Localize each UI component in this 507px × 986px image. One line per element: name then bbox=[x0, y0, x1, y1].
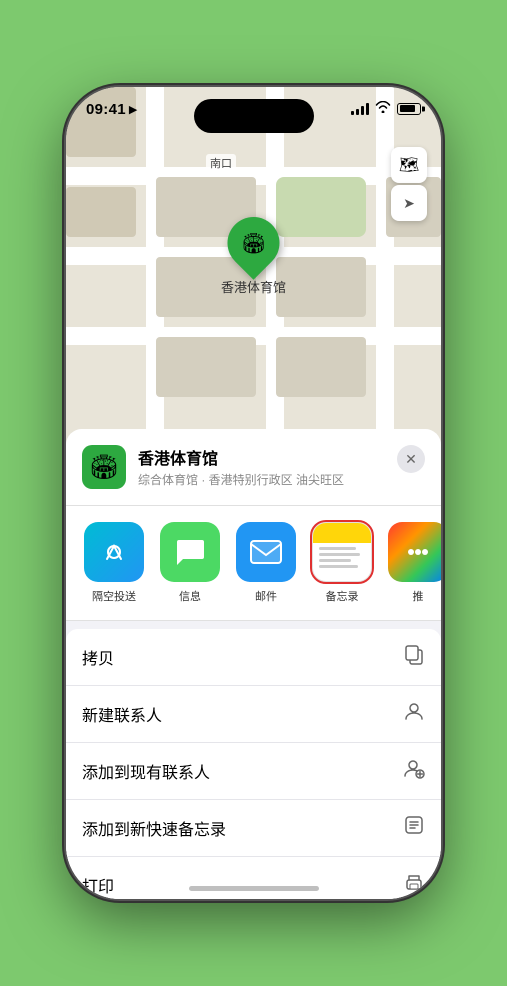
status-time: 09:41 bbox=[86, 101, 126, 118]
dynamic-island bbox=[194, 99, 314, 133]
battery-icon bbox=[397, 103, 421, 115]
status-icons bbox=[351, 101, 421, 116]
airdrop-label: 隔空投送 bbox=[92, 588, 136, 604]
message-label: 信息 bbox=[179, 588, 201, 604]
action-copy[interactable]: 拷贝 bbox=[66, 629, 441, 686]
map-controls: 🗺 ➤ bbox=[391, 147, 427, 221]
venue-icon: 🏟 bbox=[82, 445, 126, 489]
home-indicator bbox=[189, 886, 319, 891]
location-info: 香港体育馆 综合体育馆 · 香港特别行政区 油尖旺区 bbox=[138, 445, 385, 488]
add-existing-label: 添加到现有联系人 bbox=[82, 759, 210, 783]
print-label: 打印 bbox=[82, 873, 114, 897]
wifi-icon bbox=[375, 101, 391, 116]
stadium-icon: 🏟 bbox=[89, 453, 119, 482]
notes-icon bbox=[312, 522, 372, 582]
location-name: 香港体育馆 bbox=[138, 445, 385, 469]
new-contact-label: 新建联系人 bbox=[82, 702, 162, 726]
map-pin: 🏟 香港体育馆 bbox=[221, 217, 286, 296]
share-item-notes[interactable]: 备忘录 bbox=[310, 522, 374, 604]
more-icon bbox=[388, 522, 441, 582]
action-add-existing[interactable]: 添加到现有联系人 bbox=[66, 743, 441, 800]
map-road-label: 南口 bbox=[206, 154, 236, 172]
quick-note-icon bbox=[403, 814, 425, 842]
phone-frame: 09:41 ▶ bbox=[66, 87, 441, 899]
share-item-message[interactable]: 信息 bbox=[158, 522, 222, 604]
action-quick-note[interactable]: 添加到新快速备忘录 bbox=[66, 800, 441, 857]
airdrop-icon bbox=[84, 522, 144, 582]
notes-label: 备忘录 bbox=[326, 588, 359, 604]
quick-note-label: 添加到新快速备忘录 bbox=[82, 816, 226, 840]
bottom-sheet: 🏟 香港体育馆 综合体育馆 · 香港特别行政区 油尖旺区 ✕ bbox=[66, 429, 441, 899]
copy-label: 拷贝 bbox=[82, 645, 114, 669]
copy-icon bbox=[403, 643, 425, 671]
location-arrow-icon: ▶ bbox=[129, 103, 137, 116]
action-print[interactable]: 打印 bbox=[66, 857, 441, 899]
share-item-airdrop[interactable]: 隔空投送 bbox=[82, 522, 146, 604]
new-contact-icon bbox=[403, 700, 425, 728]
share-item-mail[interactable]: 邮件 bbox=[234, 522, 298, 604]
print-icon bbox=[403, 871, 425, 899]
share-item-more[interactable]: 推 bbox=[386, 522, 441, 604]
map-type-icon: 🗺 bbox=[399, 155, 419, 175]
location-header: 🏟 香港体育馆 综合体育馆 · 香港特别行政区 油尖旺区 ✕ bbox=[66, 429, 441, 506]
mail-icon bbox=[236, 522, 296, 582]
message-icon bbox=[160, 522, 220, 582]
map-pin-label: 香港体育馆 bbox=[221, 277, 286, 296]
close-icon: ✕ bbox=[405, 451, 417, 468]
share-row: 隔空投送 信息 bbox=[66, 506, 441, 621]
action-new-contact[interactable]: 新建联系人 bbox=[66, 686, 441, 743]
map-type-button[interactable]: 🗺 bbox=[391, 147, 427, 183]
signal-bars-icon bbox=[351, 103, 369, 115]
add-existing-icon bbox=[403, 757, 425, 785]
phone-screen: 09:41 ▶ bbox=[66, 87, 441, 899]
more-label: 推 bbox=[413, 588, 424, 604]
location-icon: ➤ bbox=[403, 195, 415, 212]
location-subtitle: 综合体育馆 · 香港特别行政区 油尖旺区 bbox=[138, 471, 385, 488]
action-list: 拷贝 新建联系人 bbox=[66, 629, 441, 899]
location-button[interactable]: ➤ bbox=[391, 185, 427, 221]
map-area: 南口 🏟 香港体育馆 🗺 ➤ bbox=[66, 87, 441, 467]
mail-label: 邮件 bbox=[255, 588, 277, 604]
close-button[interactable]: ✕ bbox=[397, 445, 425, 473]
